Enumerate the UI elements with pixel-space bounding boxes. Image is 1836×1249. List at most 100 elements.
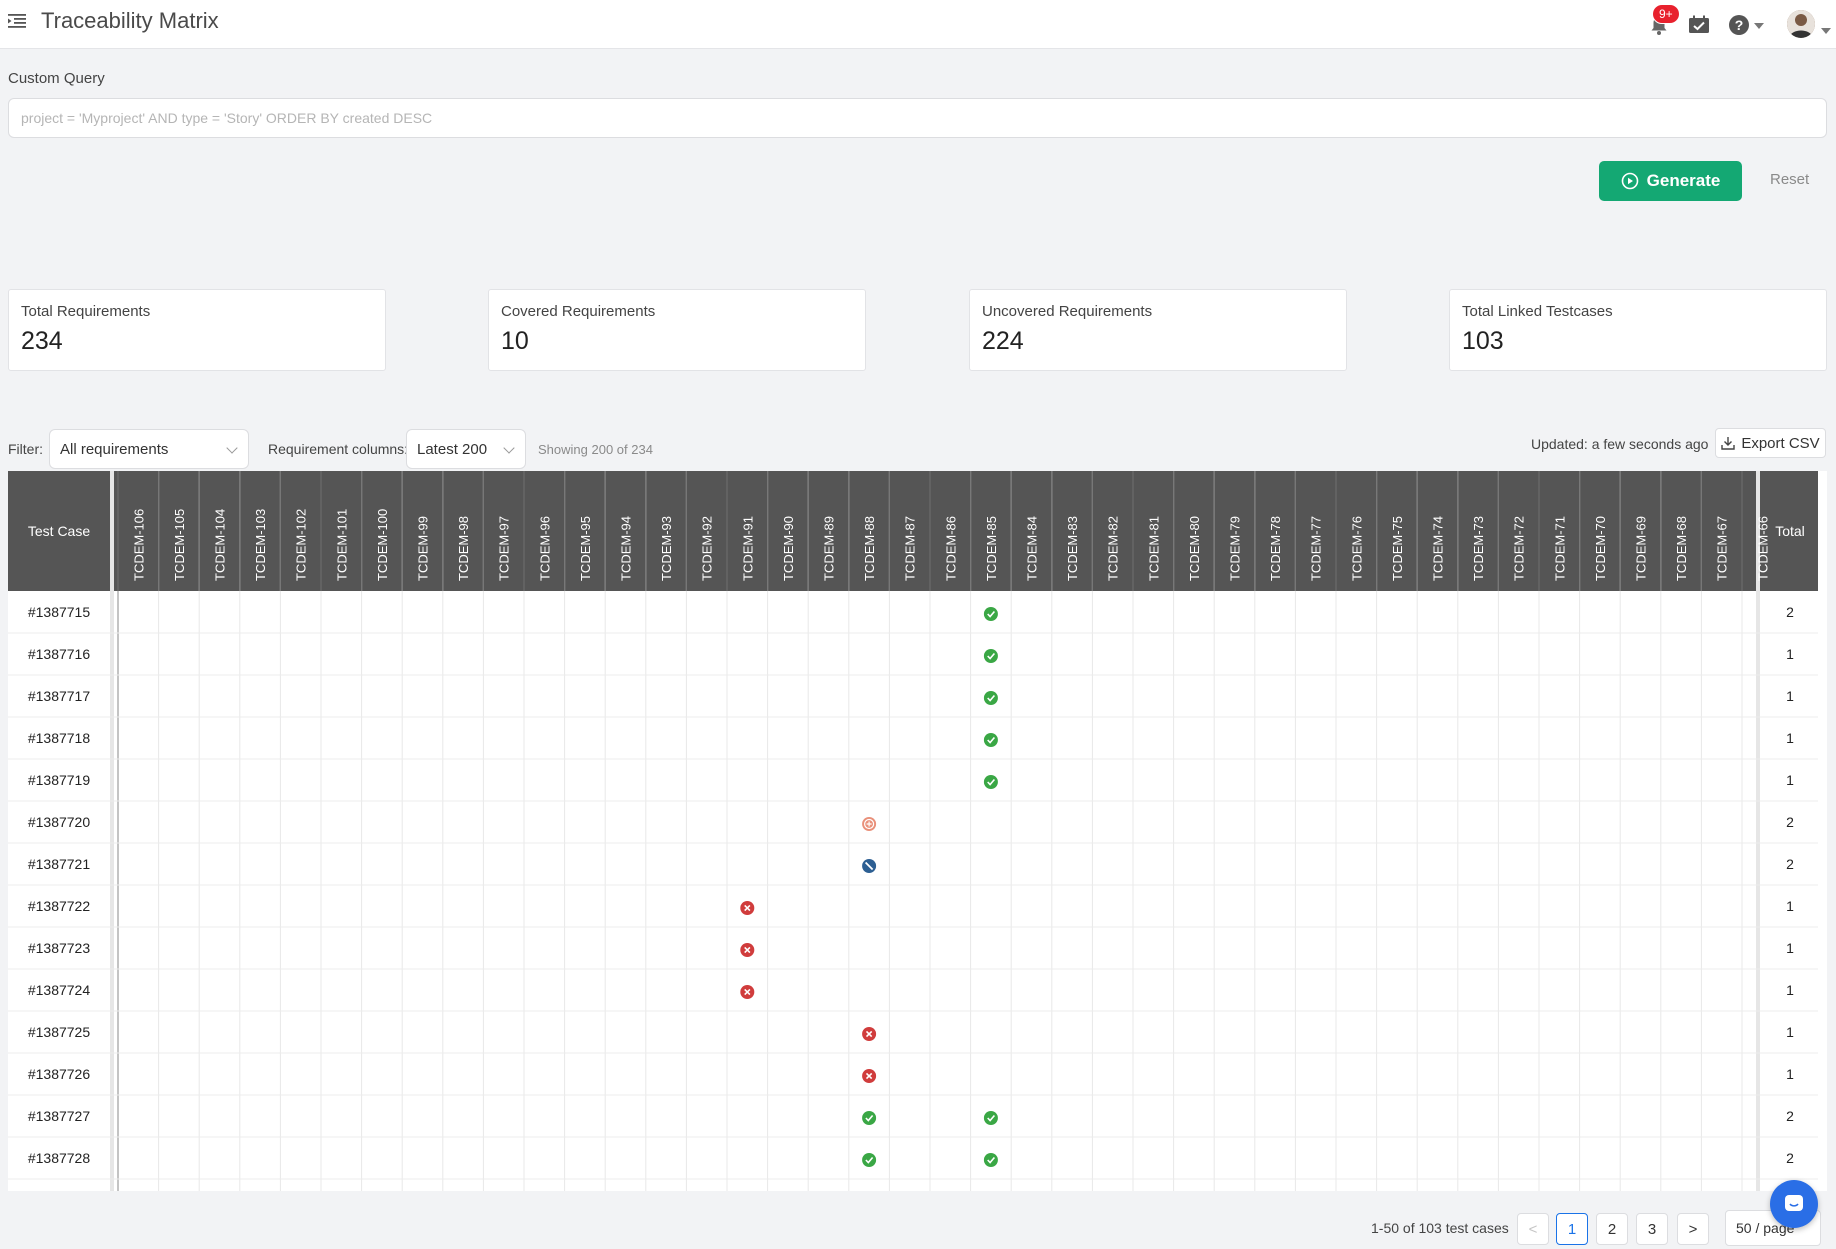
row-total: 2 [1786, 1150, 1794, 1166]
column-header-tcdem-98[interactable]: TCDEM-98 [456, 516, 471, 581]
test-case-id[interactable]: #1387724 [28, 982, 91, 998]
column-header-tcdem-87[interactable]: TCDEM-87 [903, 516, 918, 581]
column-header-tcdem-97[interactable]: TCDEM-97 [497, 516, 512, 581]
test-case-id[interactable]: #1387722 [28, 898, 91, 914]
custom-query-label: Custom Query [8, 70, 105, 87]
column-header-tcdem-101[interactable]: TCDEM-101 [334, 509, 349, 581]
test-case-id[interactable]: #1387727 [28, 1108, 91, 1124]
filter-select[interactable]: All requirements [49, 429, 249, 469]
filter-select-value: All requirements [60, 440, 169, 458]
column-header-tcdem-106[interactable]: TCDEM-106 [131, 509, 146, 581]
column-header-tcdem-68[interactable]: TCDEM-68 [1674, 516, 1689, 581]
column-header-tcdem-103[interactable]: TCDEM-103 [253, 509, 268, 581]
row-total: 1 [1786, 982, 1794, 998]
prev-page-button[interactable]: < [1517, 1213, 1549, 1245]
status-pass-icon[interactable] [983, 733, 998, 747]
requirement-columns-select[interactable]: Latest 200 [406, 429, 526, 469]
reset-button[interactable]: Reset [1770, 171, 1809, 188]
row-total: 2 [1786, 604, 1794, 620]
generate-button-label: Generate [1646, 171, 1721, 190]
test-case-id[interactable]: #1387725 [28, 1024, 91, 1040]
column-header-tcdem-73[interactable]: TCDEM-73 [1471, 516, 1486, 581]
column-header-tcdem-93[interactable]: TCDEM-93 [659, 516, 674, 581]
export-csv-button[interactable]: Export CSV [1715, 428, 1826, 458]
account-caret-icon[interactable] [1821, 28, 1831, 34]
page-3-button[interactable]: 3 [1636, 1213, 1668, 1245]
chat-icon [1785, 1195, 1803, 1211]
column-header-tcdem-95[interactable]: TCDEM-95 [578, 516, 593, 581]
column-header-tcdem-85[interactable]: TCDEM-85 [984, 516, 999, 581]
column-header-tcdem-99[interactable]: TCDEM-99 [416, 516, 431, 581]
notification-badge: 9+ [1652, 4, 1680, 24]
stat-value: 10 [501, 327, 529, 355]
row-total: 2 [1786, 1108, 1794, 1124]
help-caret-icon[interactable] [1754, 23, 1764, 29]
test-case-id[interactable]: #1387715 [28, 604, 91, 620]
test-case-id[interactable]: #1387717 [28, 688, 91, 704]
chat-support-button[interactable] [1770, 1180, 1818, 1228]
column-header-tcdem-100[interactable]: TCDEM-100 [375, 509, 390, 581]
column-header-tcdem-94[interactable]: TCDEM-94 [619, 516, 634, 581]
stat-label: Uncovered Requirements [982, 303, 1153, 320]
column-header-tcdem-66[interactable]: TCDEM-66 [1755, 516, 1770, 581]
column-header-tcdem-84[interactable]: TCDEM-84 [1025, 516, 1040, 581]
next-page-button[interactable]: > [1677, 1213, 1709, 1245]
column-header-tcdem-90[interactable]: TCDEM-90 [781, 516, 796, 581]
column-header-tcdem-89[interactable]: TCDEM-89 [822, 516, 837, 581]
column-header-tcdem-88[interactable]: TCDEM-88 [862, 516, 877, 581]
test-case-id[interactable]: #1387721 [28, 856, 91, 872]
status-pass-icon[interactable] [862, 1153, 877, 1167]
column-header-tcdem-67[interactable]: TCDEM-67 [1715, 516, 1730, 581]
status-pass-icon[interactable] [983, 775, 998, 789]
calendar-check-icon[interactable] [1686, 12, 1712, 38]
column-header-tcdem-92[interactable]: TCDEM-92 [700, 516, 715, 581]
test-case-id[interactable]: #1387719 [28, 772, 91, 788]
generate-button[interactable]: Generate [1599, 161, 1742, 201]
requirement-columns-value: Latest 200 [417, 440, 488, 458]
status-pass-icon[interactable] [983, 691, 998, 705]
page-1-button[interactable]: 1 [1556, 1213, 1588, 1245]
column-header-tcdem-69[interactable]: TCDEM-69 [1634, 516, 1649, 581]
status-pass-icon[interactable] [983, 649, 998, 663]
row-total: 1 [1786, 646, 1794, 662]
page-2-button[interactable]: 2 [1596, 1213, 1628, 1245]
column-header-tcdem-80[interactable]: TCDEM-80 [1187, 516, 1202, 581]
help-icon[interactable]: ? [1726, 12, 1752, 38]
status-pass-icon[interactable] [983, 1153, 998, 1167]
vertical-scrollbar[interactable] [1818, 471, 1826, 1191]
column-header-tcdem-86[interactable]: TCDEM-86 [943, 516, 958, 581]
column-header-tcdem-75[interactable]: TCDEM-75 [1390, 516, 1405, 581]
column-header-tcdem-96[interactable]: TCDEM-96 [537, 516, 552, 581]
test-case-id[interactable]: #1387716 [28, 646, 91, 662]
column-header-tcdem-81[interactable]: TCDEM-81 [1146, 516, 1161, 581]
test-case-id[interactable]: #1387723 [28, 940, 91, 956]
column-header-tcdem-105[interactable]: TCDEM-105 [172, 509, 187, 581]
column-header-tcdem-72[interactable]: TCDEM-72 [1512, 516, 1527, 581]
menu-icon[interactable] [8, 12, 26, 30]
test-case-id[interactable]: #1387720 [28, 814, 91, 830]
column-header-tcdem-104[interactable]: TCDEM-104 [213, 509, 228, 581]
avatar[interactable] [1787, 10, 1815, 38]
column-header-tcdem-77[interactable]: TCDEM-77 [1309, 516, 1324, 581]
column-header-tcdem-79[interactable]: TCDEM-79 [1228, 516, 1243, 581]
chevron-down-icon [503, 442, 515, 454]
row-total: 1 [1786, 1066, 1794, 1082]
column-header-tcdem-70[interactable]: TCDEM-70 [1593, 516, 1608, 581]
status-pass-icon[interactable] [983, 607, 998, 621]
test-case-id[interactable]: #1387718 [28, 730, 91, 746]
requirement-columns-label: Requirement columns: [268, 441, 409, 457]
test-case-id[interactable]: #1387728 [28, 1150, 91, 1166]
filter-label: Filter: [8, 441, 43, 457]
column-header-tcdem-82[interactable]: TCDEM-82 [1106, 516, 1121, 581]
test-case-id[interactable]: #1387726 [28, 1066, 91, 1082]
column-header-tcdem-83[interactable]: TCDEM-83 [1065, 516, 1080, 581]
column-header-tcdem-74[interactable]: TCDEM-74 [1431, 516, 1446, 581]
status-pass-icon[interactable] [983, 1111, 998, 1125]
column-header-tcdem-71[interactable]: TCDEM-71 [1552, 516, 1567, 581]
custom-query-input[interactable] [8, 98, 1827, 138]
column-header-tcdem-102[interactable]: TCDEM-102 [294, 509, 309, 581]
status-pass-icon[interactable] [862, 1111, 877, 1125]
column-header-tcdem-78[interactable]: TCDEM-78 [1268, 516, 1283, 581]
column-header-tcdem-91[interactable]: TCDEM-91 [740, 516, 755, 581]
column-header-tcdem-76[interactable]: TCDEM-76 [1349, 516, 1364, 581]
